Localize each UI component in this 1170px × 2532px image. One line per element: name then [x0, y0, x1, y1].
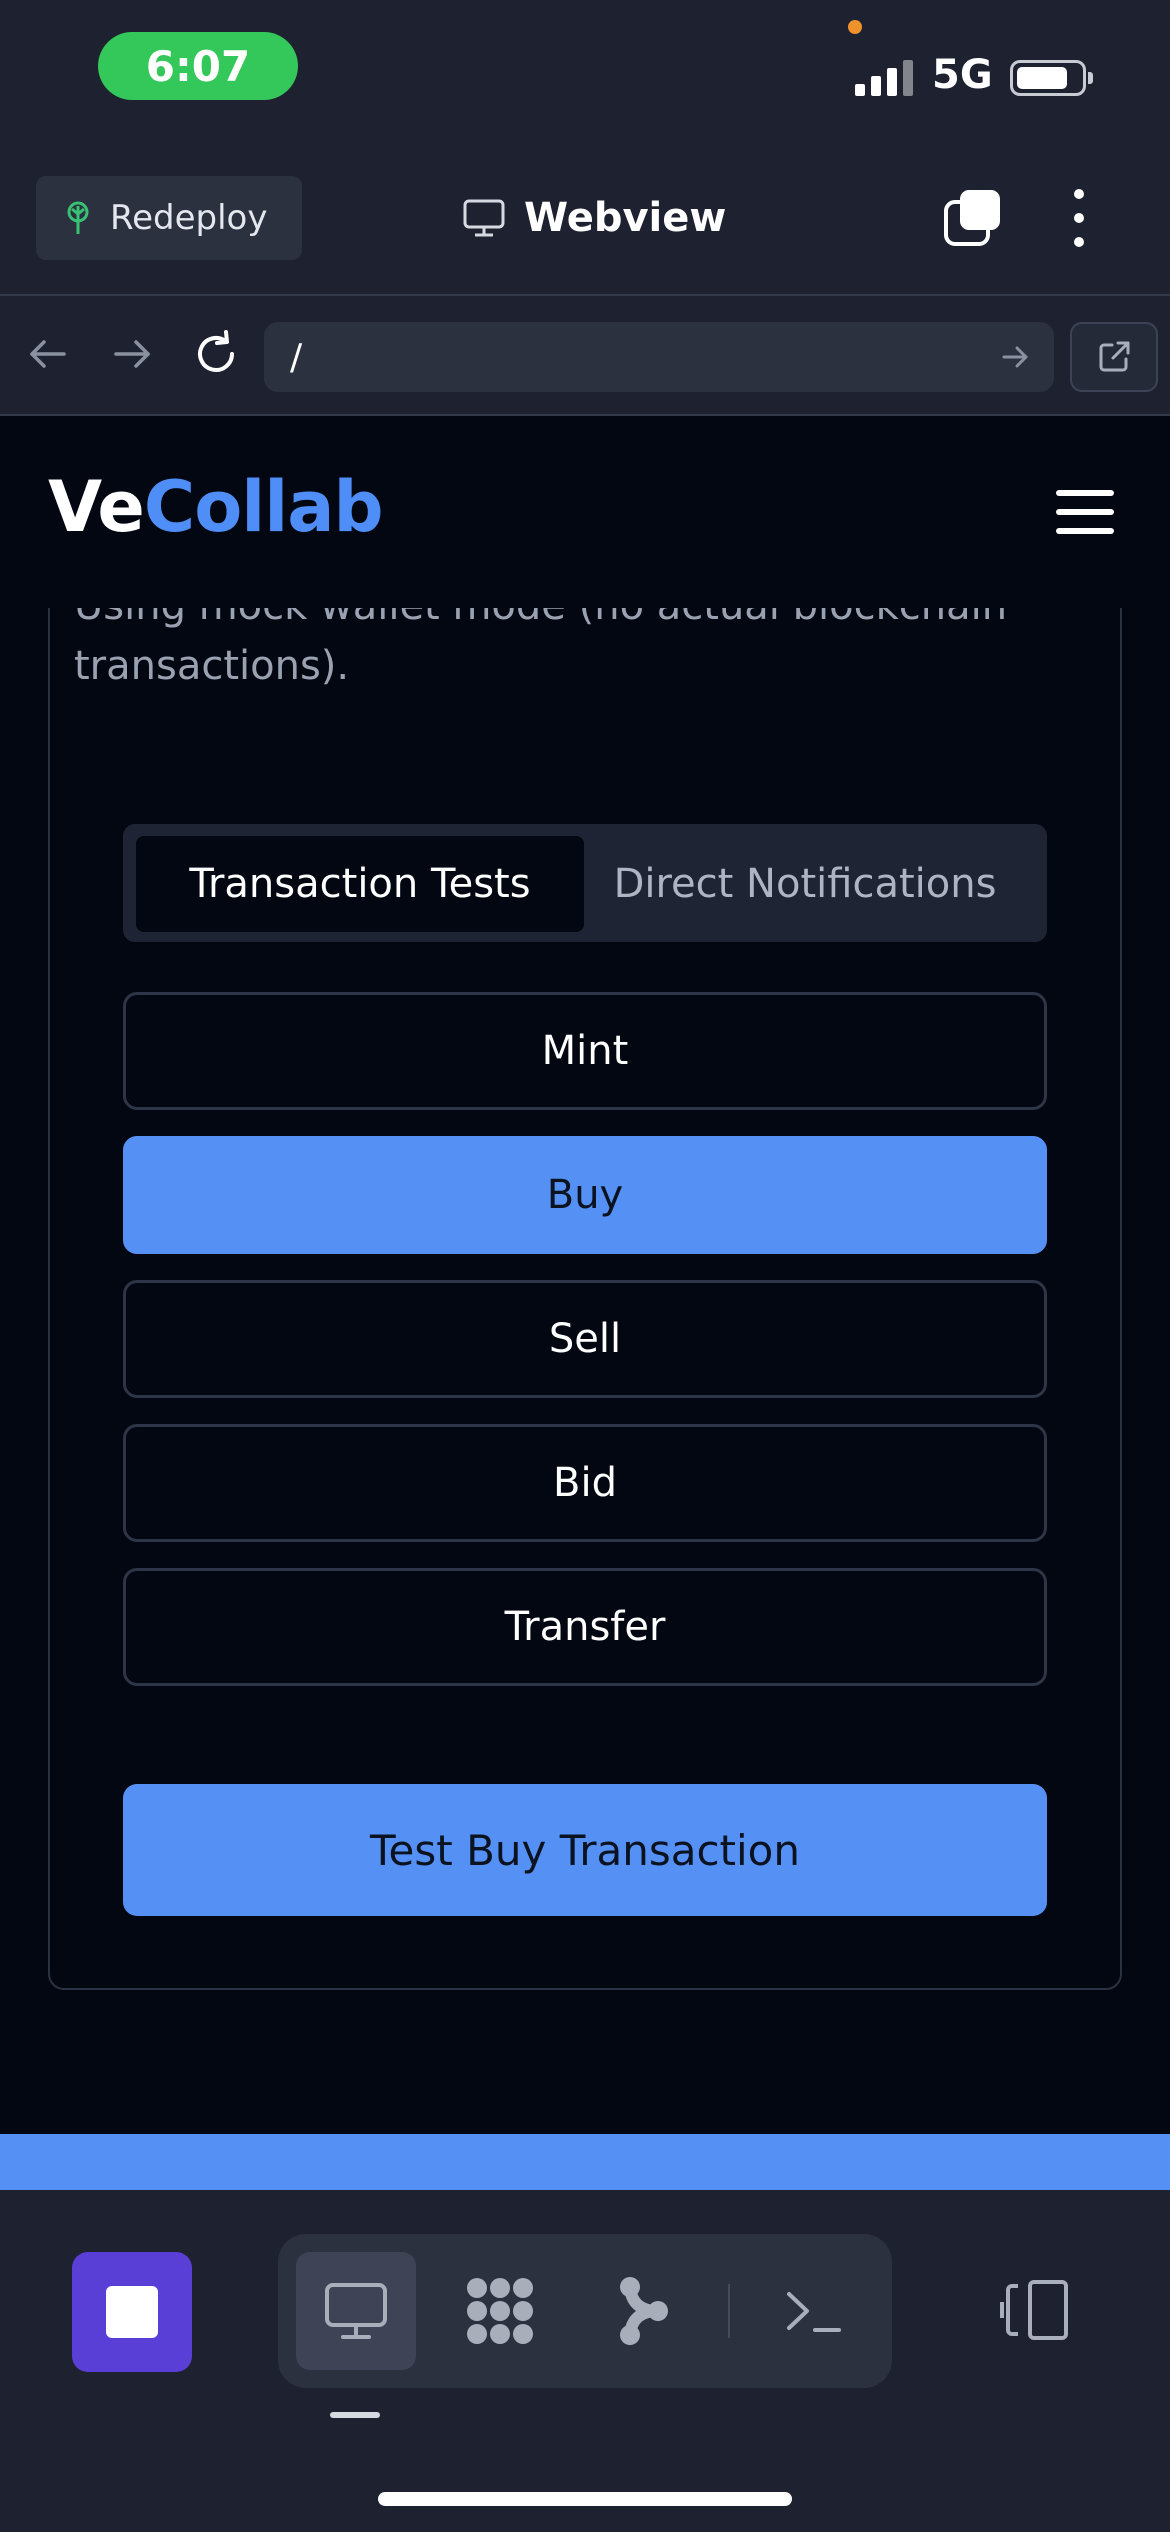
tab-direct-notifications[interactable]: Direct Notifications: [595, 836, 1015, 932]
redeploy-button[interactable]: Redeploy: [36, 176, 302, 260]
packages-icon: [467, 2278, 533, 2344]
app-header: Redeploy Webview: [0, 150, 1170, 294]
site-header: VeCollab: [0, 416, 1170, 608]
go-arrow-icon[interactable]: [996, 338, 1034, 376]
transaction-option-transfer[interactable]: Transfer: [123, 1568, 1047, 1686]
stop-icon: [106, 2286, 158, 2338]
page-title: Webview: [524, 195, 727, 241]
back-arrow-icon[interactable]: [20, 326, 76, 382]
home-indicator[interactable]: [378, 2492, 792, 2506]
site-logo[interactable]: VeCollab: [48, 466, 384, 548]
tool-group: [278, 2234, 892, 2388]
status-bar: 6:07 5G: [0, 0, 1170, 150]
monitor-icon: [463, 199, 505, 237]
open-external-button[interactable]: [1070, 322, 1158, 392]
hamburger-menu-icon[interactable]: [1056, 490, 1114, 534]
git-icon: [620, 2277, 668, 2345]
test-transaction-button[interactable]: Test Buy Transaction: [123, 1784, 1047, 1916]
network-label: 5G: [932, 52, 993, 98]
external-link-icon: [1099, 341, 1130, 372]
active-tool-indicator: [330, 2412, 380, 2418]
reload-icon[interactable]: [188, 326, 244, 382]
url-input[interactable]: /: [264, 322, 1054, 392]
url-bar: /: [0, 294, 1170, 416]
stop-button[interactable]: [72, 2252, 192, 2372]
status-time: 6:07: [98, 32, 298, 100]
url-text: /: [290, 336, 303, 378]
page-footer-strip: [0, 2134, 1170, 2190]
tool-git[interactable]: [584, 2252, 704, 2370]
bottom-toolbar: [0, 2190, 1170, 2532]
logo-collab: Collab: [143, 466, 384, 548]
tool-terminal[interactable]: [754, 2252, 874, 2370]
terminal-icon: [787, 2292, 841, 2332]
transaction-option-buy[interactable]: Buy: [123, 1136, 1047, 1254]
tool-packages[interactable]: [440, 2252, 560, 2370]
transaction-option-mint[interactable]: Mint: [123, 992, 1047, 1110]
battery-tip: [1088, 72, 1093, 84]
transaction-option-bid[interactable]: Bid: [123, 1424, 1047, 1542]
cellular-signal-icon: [855, 60, 915, 96]
more-vertical-icon[interactable]: [1064, 186, 1094, 250]
deploy-tree-icon: [67, 201, 89, 234]
tool-webview[interactable]: [296, 2252, 416, 2370]
redeploy-label: Redeploy: [110, 198, 268, 238]
transaction-option-sell[interactable]: Sell: [123, 1280, 1047, 1398]
webview-title: Webview: [462, 186, 726, 250]
tab-transaction-tests[interactable]: Transaction Tests: [136, 836, 584, 932]
tool-separator: [728, 2284, 730, 2338]
tabs-icon[interactable]: [942, 188, 1002, 248]
logo-ve: Ve: [48, 466, 145, 548]
webview-icon: [325, 2283, 387, 2339]
forward-arrow-icon[interactable]: [104, 326, 160, 382]
camera-indicator: [848, 20, 862, 34]
battery-icon: [1010, 60, 1086, 96]
panel-toggle-icon[interactable]: [1000, 2278, 1072, 2342]
